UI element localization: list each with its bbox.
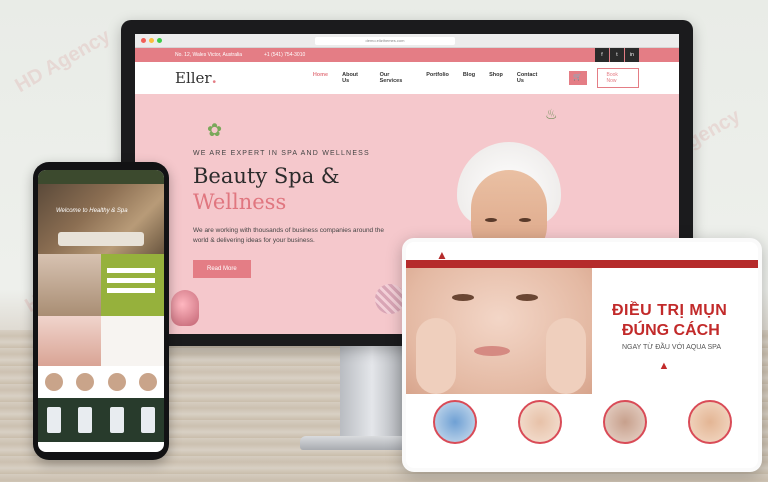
- site-logo[interactable]: Eller.: [175, 69, 217, 87]
- phone-hero-title: Welcome to Healthy & Spa: [56, 208, 128, 214]
- url-bar[interactable]: demo.elizthemes.com: [315, 36, 455, 45]
- tablet-model-image: [406, 268, 592, 394]
- hero-title-line2: Wellness: [193, 190, 287, 214]
- close-dot-icon[interactable]: [141, 38, 146, 43]
- phone-model-photo: [38, 316, 101, 366]
- read-more-button[interactable]: Read More: [193, 260, 251, 278]
- tablet-top-nav: [406, 242, 758, 260]
- tablet-device: ▲ ĐIỀU TRỊ MỤN ĐÚNG CÁCH NGAY TỪ ĐẦU VỚI…: [402, 238, 762, 472]
- browser-bar: demo.elizthemes.com: [135, 34, 679, 48]
- service-item[interactable]: [505, 400, 575, 444]
- cart-icon: 🛒: [573, 74, 582, 81]
- service-item[interactable]: [675, 400, 745, 444]
- twitter-icon[interactable]: t: [610, 48, 624, 62]
- nav-item-services[interactable]: Our Services: [380, 72, 413, 84]
- phone-header: [38, 170, 164, 184]
- nav-item-portfolio[interactable]: Portfolio: [426, 72, 449, 84]
- perfume-bottle-image: [171, 290, 199, 326]
- aqua-spa-emblem-icon: ▲: [658, 360, 670, 372]
- phone-booking-form: [101, 254, 164, 316]
- social-links: f t in: [594, 48, 639, 62]
- phone-text: +1 (541) 754-3010: [263, 52, 306, 58]
- facebook-icon[interactable]: f: [595, 48, 609, 62]
- site-navbar: Eller. Home About Us Our Services Portfo…: [135, 62, 679, 94]
- mobile-phone: Welcome to Healthy & Spa: [33, 162, 169, 460]
- spa-ball-image: [375, 284, 405, 314]
- tablet-banner: ĐIỀU TRỊ MỤN ĐÚNG CÁCH NGAY TỪ ĐẦU VỚI A…: [406, 268, 758, 394]
- hero-tagline: WE ARE EXPERT IN SPA AND WELLNESS: [193, 150, 370, 157]
- leaf-icon: ✿: [207, 120, 223, 140]
- tablet-subheadline: NGAY TỪ ĐẦU VỚI AQUA SPA: [622, 344, 721, 351]
- minimize-dot-icon[interactable]: [149, 38, 154, 43]
- service-item[interactable]: [590, 400, 660, 444]
- hero-title-line1: Beauty Spa &: [193, 164, 340, 188]
- nav-item-about[interactable]: About Us: [342, 72, 366, 84]
- linkedin-icon[interactable]: in: [625, 48, 639, 62]
- nav-menu: Home About Us Our Services Portfolio Blo…: [313, 72, 559, 84]
- site-topbar: No. 12, Wales Victor, Australia +1 (541)…: [135, 48, 679, 62]
- nav-item-shop[interactable]: Shop: [489, 72, 503, 84]
- phone-screen: Welcome to Healthy & Spa: [38, 170, 164, 452]
- tablet-headline-line1: ĐIỀU TRỊ MỤN: [612, 302, 728, 319]
- mortar-icon: ♨: [545, 106, 558, 122]
- tablet-service-list: [406, 394, 758, 444]
- hero-description: We are working with thousands of busines…: [193, 227, 385, 244]
- maximize-dot-icon[interactable]: [157, 38, 162, 43]
- monitor-stand: [340, 346, 404, 436]
- watermark: HD Agency: [11, 25, 115, 98]
- address-text: No. 12, Wales Victor, Australia: [175, 52, 242, 58]
- cart-button[interactable]: 🛒: [568, 71, 587, 85]
- book-now-button[interactable]: Book Now: [596, 68, 639, 88]
- phone-service-list: [38, 366, 164, 398]
- nav-item-home[interactable]: Home: [313, 72, 328, 84]
- phone-product-list: [38, 398, 164, 442]
- aqua-spa-logo-icon[interactable]: ▲: [436, 248, 452, 264]
- tablet-headline-line2: ĐÚNG CÁCH: [622, 322, 720, 339]
- service-item[interactable]: [420, 400, 490, 444]
- phone-spa-photo: [38, 254, 101, 316]
- nav-item-blog[interactable]: Blog: [463, 72, 475, 84]
- tablet-main-nav: [406, 260, 758, 268]
- phone-hero: Welcome to Healthy & Spa: [38, 184, 164, 254]
- nav-item-contact[interactable]: Contact Us: [517, 72, 545, 84]
